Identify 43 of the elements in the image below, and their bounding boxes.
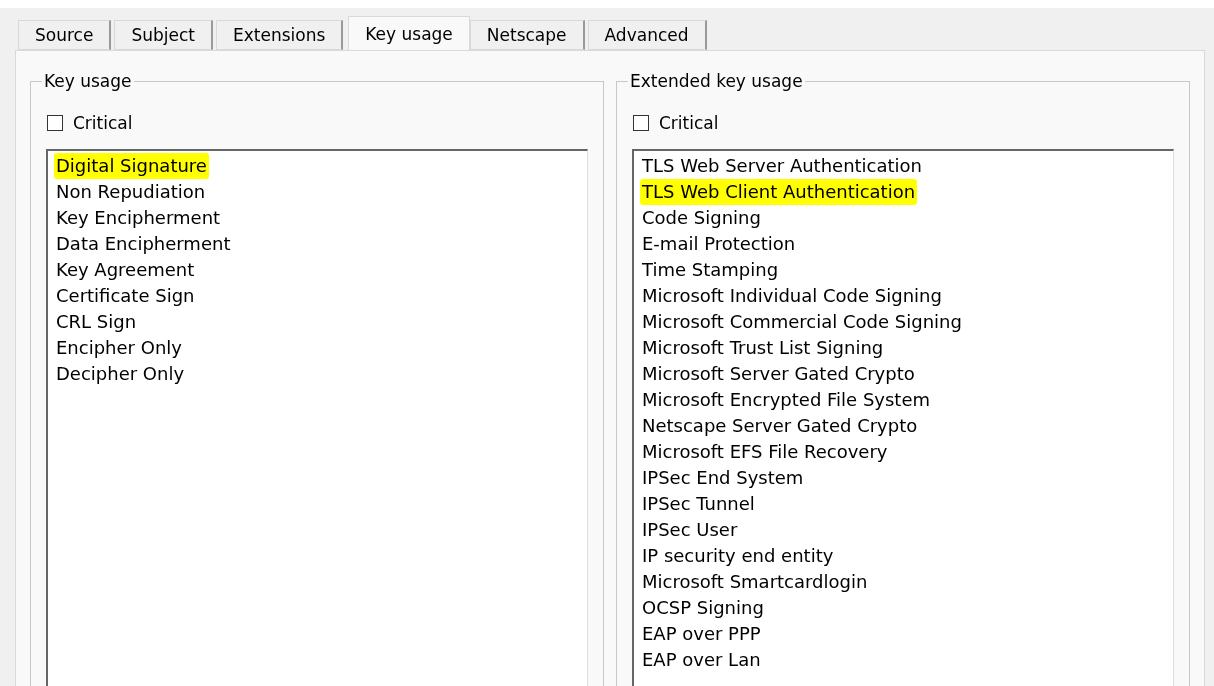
list-item[interactable]: Certificate Sign: [54, 283, 197, 309]
list-item[interactable]: IPSec User: [640, 517, 740, 543]
list-item[interactable]: Time Stamping: [640, 257, 781, 283]
checkbox[interactable]: [633, 115, 649, 131]
list-item[interactable]: Microsoft Server Gated Crypto: [640, 361, 917, 387]
list-item[interactable]: Data Encipherment: [54, 231, 233, 257]
list-item[interactable]: IP security end entity: [640, 543, 836, 569]
tab[interactable]: Key usage: [348, 16, 470, 50]
list-item[interactable]: OCSP Signing: [640, 595, 766, 621]
checkbox-label[interactable]: Critical: [659, 113, 719, 133]
list-item[interactable]: Decipher Only: [54, 361, 187, 387]
checkbox-label[interactable]: Critical: [73, 113, 133, 133]
list-item[interactable]: Microsoft EFS File Recovery: [640, 439, 890, 465]
list-item[interactable]: Microsoft Trust List Signing: [640, 335, 886, 361]
tab[interactable]: Extensions: [215, 20, 344, 50]
checkbox[interactable]: [47, 115, 63, 131]
list-item[interactable]: E-mail Protection: [640, 231, 798, 257]
tab[interactable]: Netscape: [469, 20, 585, 50]
list-box[interactable]: [632, 149, 1174, 686]
list-item[interactable]: Microsoft Individual Code Signing: [640, 283, 944, 309]
group-title: Key usage: [43, 71, 133, 91]
list-item[interactable]: EAP over PPP: [640, 621, 763, 647]
list-item[interactable]: TLS Web Client Authentication: [640, 179, 918, 205]
list-item[interactable]: Microsoft Commercial Code Signing: [640, 309, 964, 335]
list-item[interactable]: IPSec End System: [640, 465, 806, 491]
list-item[interactable]: Code Signing: [640, 205, 763, 231]
group-title: Extended key usage: [629, 71, 804, 91]
list-item[interactable]: Microsoft Smartcardlogin: [640, 569, 870, 595]
list-item[interactable]: Microsoft Encrypted File System: [640, 387, 933, 413]
list-box[interactable]: Digital Signature Non Repudiation Key Encipherment Data Encipherment Key Agreement Certificate Sign CRL Sign Encipher Only Decipher Only: [46, 149, 588, 686]
list-item[interactable]: IPSec Tunnel: [640, 491, 757, 517]
list-item[interactable]: Encipher Only: [54, 335, 184, 361]
list-item[interactable]: TLS Web Server Authentication: [640, 153, 925, 179]
tab[interactable]: Subject: [114, 20, 213, 50]
list-item[interactable]: Netscape Server Gated Crypto: [640, 413, 920, 439]
list-item[interactable]: Key Encipherment: [54, 205, 223, 231]
list-item[interactable]: CRL Sign: [54, 309, 139, 335]
list-item[interactable]: EAP over Lan: [640, 647, 763, 673]
list-item[interactable]: Key Agreement: [54, 257, 197, 283]
list-item[interactable]: Non Repudiation: [54, 179, 208, 205]
tab[interactable]: Source: [18, 20, 112, 50]
tab[interactable]: Advanced: [587, 20, 707, 50]
list-item[interactable]: Digital Signature: [54, 153, 209, 179]
